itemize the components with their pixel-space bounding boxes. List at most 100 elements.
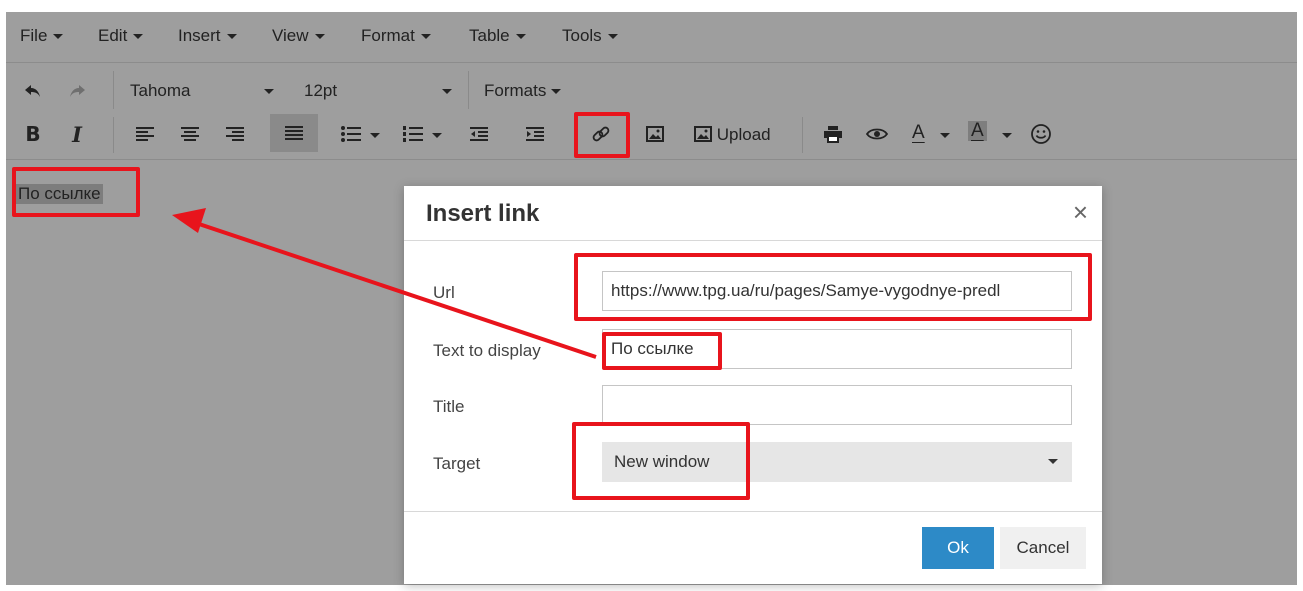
- align-left-icon: [136, 127, 154, 141]
- align-justify-icon: [285, 126, 303, 140]
- menu-edit-label: Edit: [98, 26, 128, 45]
- menu-format[interactable]: Format: [361, 26, 431, 46]
- title-label: Title: [433, 397, 465, 416]
- menu-table[interactable]: Table: [469, 26, 526, 46]
- chevron-down-icon: [133, 34, 144, 40]
- close-icon[interactable]: ×: [1073, 199, 1088, 225]
- bold-button[interactable]: B: [18, 119, 48, 149]
- font-family-select[interactable]: Tahoma: [130, 81, 190, 101]
- redo-icon: [70, 85, 85, 97]
- upload-button[interactable]: Upload: [694, 125, 771, 145]
- ok-button[interactable]: Ok: [922, 527, 994, 569]
- chevron-down-icon: [53, 34, 64, 40]
- toolbar-divider: [113, 117, 114, 153]
- highlight-url-field: [574, 253, 1092, 321]
- chevron-down-icon: [515, 34, 526, 40]
- toolbar-divider: [802, 117, 803, 153]
- chevron-down-icon: [1002, 133, 1012, 139]
- image-icon: [646, 126, 664, 142]
- url-label: Url: [433, 283, 455, 302]
- toolbar-divider: [468, 71, 469, 109]
- align-right-button[interactable]: [220, 119, 250, 149]
- chevron-down-icon: [940, 133, 950, 139]
- menu-view-label: View: [272, 26, 309, 45]
- preview-button[interactable]: [862, 119, 892, 149]
- menu-file[interactable]: File: [20, 26, 64, 46]
- align-center-icon: [181, 127, 199, 141]
- italic-icon: I: [72, 121, 82, 147]
- bullet-list-icon: [341, 126, 361, 142]
- numbered-list-icon: [403, 126, 423, 142]
- menu-table-label: Table: [469, 26, 510, 45]
- toolbar: Tahoma 12pt Formats B I Upload A A: [6, 63, 1297, 160]
- highlight-link-button: [574, 112, 630, 158]
- menu-insert-label: Insert: [178, 26, 221, 45]
- font-family-value: Tahoma: [130, 81, 191, 100]
- align-justify-button[interactable]: [270, 114, 318, 152]
- print-button[interactable]: [818, 119, 848, 149]
- indent-icon: [526, 127, 544, 141]
- bg-color-caret[interactable]: [1002, 125, 1012, 145]
- menu-file-label: File: [20, 26, 48, 45]
- upload-label: Upload: [716, 125, 771, 144]
- cancel-button[interactable]: Cancel: [1000, 527, 1086, 569]
- font-size-value: 12pt: [304, 81, 338, 100]
- menu-tools[interactable]: Tools: [562, 26, 618, 46]
- formats-label: Formats: [484, 81, 547, 100]
- font-size-caret[interactable]: [442, 81, 452, 101]
- menu-view[interactable]: View: [272, 26, 325, 46]
- highlight-target-field: [572, 422, 750, 500]
- align-center-button[interactable]: [175, 119, 205, 149]
- chevron-down-icon: [1048, 459, 1058, 464]
- bg-color-button[interactable]: A: [968, 121, 987, 141]
- emoticons-button[interactable]: [1026, 119, 1056, 149]
- font-size-select[interactable]: 12pt: [304, 81, 337, 101]
- chevron-down-icon: [420, 34, 431, 40]
- text-color-button[interactable]: A: [912, 123, 925, 143]
- outdent-button[interactable]: [464, 119, 494, 149]
- numbered-list-button[interactable]: [398, 119, 428, 149]
- print-icon: [824, 126, 842, 143]
- undo-icon: [25, 85, 40, 97]
- title-input[interactable]: [602, 385, 1072, 425]
- chevron-down-icon: [442, 89, 452, 95]
- text-color-caret[interactable]: [940, 125, 950, 145]
- menu-insert[interactable]: Insert: [178, 26, 237, 46]
- chevron-down-icon: [607, 34, 618, 40]
- chevron-down-icon: [551, 89, 562, 95]
- chevron-down-icon: [314, 34, 325, 40]
- undo-button[interactable]: [18, 76, 48, 106]
- redo-button[interactable]: [62, 76, 92, 106]
- eye-icon: [866, 128, 888, 140]
- toolbar-divider: [113, 71, 114, 109]
- bold-icon: B: [25, 122, 41, 146]
- align-left-button[interactable]: [130, 119, 160, 149]
- formats-menu[interactable]: Formats: [484, 81, 562, 101]
- insert-image-button[interactable]: [640, 119, 670, 149]
- dialog-title: Insert link: [426, 200, 540, 227]
- bullet-list-button[interactable]: [336, 119, 366, 149]
- highlight-text-field: [602, 332, 722, 370]
- outdent-icon: [470, 127, 488, 141]
- dialog-header: Insert link ×: [404, 186, 1102, 241]
- bullet-list-caret[interactable]: [370, 125, 380, 145]
- insert-link-dialog: Insert link × Url https://www.tpg.ua/ru/…: [404, 186, 1102, 584]
- numbered-list-caret[interactable]: [432, 125, 442, 145]
- smiley-icon: [1031, 124, 1051, 144]
- chevron-down-icon: [432, 133, 442, 139]
- font-family-caret[interactable]: [264, 81, 274, 101]
- menubar: File Edit Insert View Format Table Tools: [6, 12, 1297, 63]
- menu-format-label: Format: [361, 26, 415, 45]
- chevron-down-icon: [370, 133, 380, 139]
- chevron-down-icon: [264, 89, 274, 95]
- chevron-down-icon: [226, 34, 237, 40]
- align-right-icon: [226, 127, 244, 141]
- bg-color-icon: A: [971, 120, 984, 141]
- highlight-editor-text: [12, 167, 140, 217]
- target-label: Target: [433, 454, 481, 473]
- indent-button[interactable]: [520, 119, 550, 149]
- menu-tools-label: Tools: [562, 26, 602, 45]
- text-color-icon: A: [912, 122, 925, 143]
- menu-edit[interactable]: Edit: [98, 26, 144, 46]
- italic-button[interactable]: I: [62, 119, 92, 149]
